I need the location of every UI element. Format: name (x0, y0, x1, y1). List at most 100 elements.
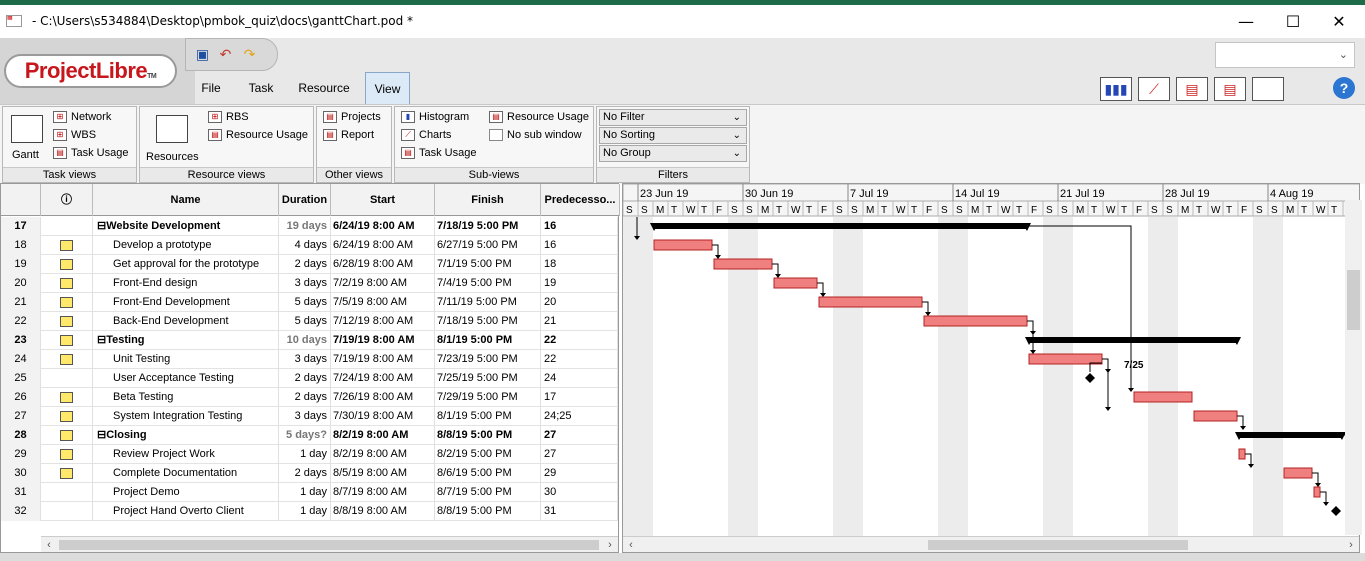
save-icon[interactable]: ▣ (194, 46, 211, 63)
row-id[interactable]: 18 (1, 236, 41, 255)
row-finish[interactable]: 7/25/19 5:00 PM (435, 369, 541, 388)
row-start[interactable]: 8/8/19 8:00 AM (331, 502, 435, 521)
row-start[interactable]: 8/5/19 8:00 AM (331, 464, 435, 483)
row-predecessors[interactable]: 20 (541, 293, 618, 312)
row-predecessors[interactable]: 19 (541, 274, 618, 293)
collapse-icon[interactable]: ⊟ (97, 220, 106, 232)
row-predecessors[interactable]: 27 (541, 426, 618, 445)
table-hscroll[interactable]: ‹ › (41, 536, 618, 552)
col-duration-header[interactable]: Duration (279, 184, 331, 216)
table-row[interactable]: 27 System Integration Testing 3 days 7/30/1… (1, 407, 618, 426)
scroll-left-icon[interactable]: ‹ (623, 537, 639, 552)
scroll-thumb[interactable] (1347, 270, 1360, 330)
filter-select[interactable]: No Filter ⌄ (599, 109, 747, 126)
task-bar[interactable] (713, 258, 773, 270)
charts-view-icon[interactable]: ⟋ (1138, 77, 1170, 101)
task-bar[interactable] (1238, 448, 1246, 460)
row-name[interactable]: ⊟Website Development (93, 217, 279, 236)
note-icon[interactable] (60, 354, 73, 365)
row-name[interactable]: Project Hand Overto Client (93, 502, 279, 521)
row-finish[interactable]: 8/2/19 5:00 PM (435, 445, 541, 464)
row-duration[interactable]: 1 day (279, 502, 331, 521)
summary-bar[interactable] (1239, 432, 1342, 438)
row-start[interactable]: 8/2/19 8:00 AM (331, 426, 435, 445)
row-duration[interactable]: 10 days (279, 331, 331, 350)
maximize-button[interactable]: ☐ (1270, 9, 1316, 35)
row-duration[interactable]: 19 days (279, 217, 331, 236)
sorting-select[interactable]: No Sorting ⌄ (599, 127, 747, 144)
row-id[interactable]: 25 (1, 369, 41, 388)
col-start-header[interactable]: Start (331, 184, 435, 216)
row-finish[interactable]: 8/6/19 5:00 PM (435, 464, 541, 483)
row-start[interactable]: 7/30/19 8:00 AM (331, 407, 435, 426)
row-id[interactable]: 17 (1, 217, 41, 236)
col-predecessors-header[interactable]: Predecesso... (541, 184, 620, 216)
resource-usage-view-icon[interactable]: ▤ (1214, 77, 1246, 101)
row-duration[interactable]: 2 days (279, 369, 331, 388)
table-row[interactable]: 19 Get approval for the prototype 2 days 6/… (1, 255, 618, 274)
tab-view[interactable]: View (365, 72, 410, 104)
row-start[interactable]: 7/19/19 8:00 AM (331, 350, 435, 369)
tab-resource[interactable]: Resource (293, 72, 355, 104)
row-predecessors[interactable]: 18 (541, 255, 618, 274)
row-id[interactable]: 23 (1, 331, 41, 350)
row-duration[interactable]: 2 days (279, 255, 331, 274)
table-row[interactable]: 21 Front-End Development 5 days 7/5/19 8:00… (1, 293, 618, 312)
row-predecessors[interactable]: 31 (541, 502, 618, 521)
row-id[interactable]: 22 (1, 312, 41, 331)
row-id[interactable]: 21 (1, 293, 41, 312)
task-bar[interactable] (653, 239, 713, 251)
note-icon[interactable] (60, 335, 73, 346)
gantt-vscroll[interactable] (1345, 200, 1362, 535)
row-predecessors[interactable]: 29 (541, 464, 618, 483)
collapse-icon[interactable]: ⊟ (97, 334, 106, 346)
no-sub-window-icon[interactable] (1252, 77, 1284, 101)
row-duration[interactable]: 4 days (279, 236, 331, 255)
row-duration[interactable]: 3 days (279, 407, 331, 426)
row-name[interactable]: Beta Testing (93, 388, 279, 407)
row-start[interactable]: 8/2/19 8:00 AM (331, 445, 435, 464)
table-row[interactable]: 24 Unit Testing 3 days 7/19/19 8:00 AM 7/23/… (1, 350, 618, 369)
table-row[interactable]: 29 Review Project Work 1 day 8/2/19 8:00 AM… (1, 445, 618, 464)
table-row[interactable]: 32 Project Hand Overto Client 1 day 8/8/19 … (1, 502, 618, 521)
row-finish[interactable]: 6/27/19 5:00 PM (435, 236, 541, 255)
row-predecessors[interactable]: 21 (541, 312, 618, 331)
row-finish[interactable]: 7/29/19 5:00 PM (435, 388, 541, 407)
resources-button[interactable]: Resources (146, 149, 199, 166)
row-start[interactable]: 7/12/19 8:00 AM (331, 312, 435, 331)
row-predecessors[interactable]: 16 (541, 217, 618, 236)
col-finish-header[interactable]: Finish (435, 184, 541, 216)
row-finish[interactable]: 8/1/19 5:00 PM (435, 407, 541, 426)
row-start[interactable]: 7/26/19 8:00 AM (331, 388, 435, 407)
col-name-header[interactable]: Name (93, 184, 279, 216)
scroll-right-icon[interactable]: › (602, 537, 618, 553)
row-id[interactable]: 30 (1, 464, 41, 483)
table-row[interactable]: 17 ⊟Website Development 19 days 6/24/19 8:0… (1, 217, 618, 236)
row-duration[interactable]: 5 days? (279, 426, 331, 445)
gantt-button[interactable]: Gantt (12, 147, 39, 164)
projects-button[interactable]: ▤ Projects (323, 109, 381, 126)
row-id[interactable]: 20 (1, 274, 41, 293)
row-duration[interactable]: 2 days (279, 464, 331, 483)
row-finish[interactable]: 8/8/19 5:00 PM (435, 502, 541, 521)
row-id[interactable]: 31 (1, 483, 41, 502)
row-duration[interactable]: 1 day (279, 445, 331, 464)
row-finish[interactable]: 7/1/19 5:00 PM (435, 255, 541, 274)
task-bar[interactable] (818, 296, 923, 308)
row-predecessors[interactable]: 30 (541, 483, 618, 502)
scroll-thumb[interactable] (59, 540, 599, 550)
table-row[interactable]: 26 Beta Testing 2 days 7/26/19 8:00 AM 7/29/… (1, 388, 618, 407)
note-icon[interactable] (60, 259, 73, 270)
note-icon[interactable] (60, 240, 73, 251)
row-predecessors[interactable]: 22 (541, 350, 618, 369)
table-row[interactable]: 22 Back-End Development 5 days 7/12/19 8:00… (1, 312, 618, 331)
row-name[interactable]: ⊟Testing (93, 331, 279, 350)
row-id[interactable]: 32 (1, 502, 41, 521)
subview-resource-usage-button[interactable]: ▤ Resource Usage (489, 109, 589, 126)
scroll-thumb[interactable] (928, 540, 1188, 550)
resources-icon[interactable] (156, 115, 188, 143)
row-start[interactable]: 7/19/19 8:00 AM (331, 331, 435, 350)
no-sub-window-button[interactable]: No sub window (489, 127, 582, 144)
row-finish[interactable]: 8/7/19 5:00 PM (435, 483, 541, 502)
summary-bar[interactable] (1029, 337, 1237, 343)
